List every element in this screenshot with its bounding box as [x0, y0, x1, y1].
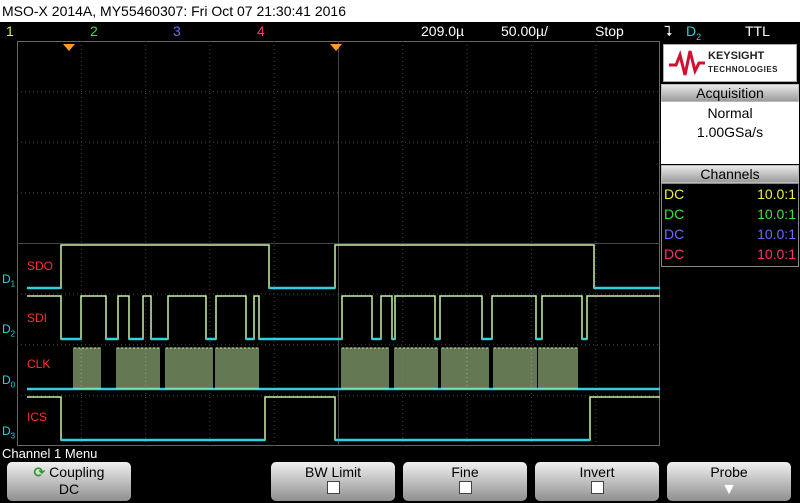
label-sdo: SDO [27, 259, 54, 273]
channel-coupling: DC [664, 206, 685, 222]
trace-sdo [27, 244, 660, 289]
channel-3-row[interactable]: DC 10.0:1 [664, 224, 796, 244]
probe-label: Probe [710, 464, 748, 480]
trace-clk-burst [116, 347, 160, 389]
trace-ics [27, 396, 660, 441]
channel-ratio: 10.0:1 [757, 246, 796, 262]
label-sdi: SDI [27, 311, 48, 325]
acquisition-mode: Normal [707, 105, 753, 121]
status-bar: 1 2 3 4 209.0µ 50.00µ/ Stop ⮧ D2 TTL [0, 22, 800, 42]
channel-ratio: 10.0:1 [757, 206, 796, 222]
channel-marker-d3[interactable]: D3 [2, 424, 15, 440]
trigger-position-marker [63, 44, 75, 51]
trigger-level[interactable]: TTL [745, 23, 770, 39]
keysight-logo: KEYSIGHT TECHNOLOGIES [663, 44, 797, 82]
coupling-value: DC [58, 481, 80, 497]
channel-2-indicator[interactable]: 2 [90, 23, 98, 39]
channel-4-indicator[interactable]: 4 [257, 23, 265, 39]
window-title: MSO-X 2014A, MY55460307: Fri Oct 07 21:3… [0, 0, 800, 22]
channel-ratio: 10.0:1 [757, 186, 796, 202]
acquisition-panel: Normal 1.00GSa/s [661, 102, 799, 164]
logo-sub: TECHNOLOGIES [708, 65, 779, 74]
trace-clk-burst [493, 347, 537, 389]
time-reference-marker [330, 44, 342, 51]
channel-coupling: DC [664, 246, 685, 262]
invert-checkbox[interactable] [590, 481, 604, 494]
sample-rate: 1.00GSa/s [696, 124, 764, 140]
channel-1-indicator[interactable]: 1 [6, 23, 14, 39]
trace-clk-burst [538, 347, 578, 389]
timebase-position[interactable]: 209.0µ [421, 23, 464, 39]
channels-header: Channels [661, 165, 799, 183]
fine-checkbox[interactable] [458, 481, 472, 494]
bw-limit-softkey[interactable]: BW Limit [271, 462, 395, 501]
trace-clk-burst [165, 347, 213, 389]
acquisition-header: Acquisition [661, 84, 799, 102]
channel-coupling: DC [664, 226, 685, 242]
trace-clk-burst [215, 347, 259, 389]
keysight-wave-icon [669, 50, 705, 76]
channel-ratio: 10.0:1 [757, 226, 796, 242]
invert-label: Invert [579, 464, 615, 480]
channel-4-row[interactable]: DC 10.0:1 [664, 244, 796, 264]
channel-2-row[interactable]: DC 10.0:1 [664, 204, 796, 224]
probe-softkey[interactable]: Probe ▼ [667, 462, 791, 501]
coupling-softkey[interactable]: ⟳ Coupling DC [7, 462, 131, 501]
cycle-icon: ⟳ [33, 464, 46, 480]
channel-coupling: DC [664, 186, 685, 202]
coupling-label: Coupling [49, 464, 105, 480]
trace-clk-burst [394, 347, 438, 389]
bw-limit-checkbox[interactable] [326, 481, 340, 494]
trace-clk-burst [441, 347, 489, 389]
arrow-down-icon: ▼ [721, 481, 737, 498]
label-clk: CLK [27, 357, 51, 371]
logo-brand: KEYSIGHT [708, 50, 765, 62]
channel-3-indicator[interactable]: 3 [173, 23, 181, 39]
invert-softkey[interactable]: Invert [535, 462, 659, 501]
bw-limit-label: BW Limit [305, 464, 361, 480]
trigger-source[interactable]: D2 [686, 23, 701, 42]
channel-1-row[interactable]: DC 10.0:1 [664, 184, 796, 204]
channels-panel: DC 10.0:1 DC 10.0:1 DC 10.0:1 DC 10.0:1 [661, 183, 799, 267]
channel-marker-d1[interactable]: D1 [2, 272, 15, 288]
menu-title: Channel 1 Menu [2, 446, 98, 461]
fine-label: Fine [451, 464, 479, 480]
trace-clk-burst [73, 347, 101, 389]
run-state[interactable]: Stop [595, 23, 624, 39]
trace-clk-burst [341, 347, 389, 389]
trigger-edge-icon: ⮧ [664, 23, 673, 39]
channel-marker-d0[interactable]: D0 [2, 373, 15, 389]
fine-softkey[interactable]: Fine [403, 462, 527, 501]
waveform-display[interactable] [17, 41, 660, 446]
time-per-div[interactable]: 50.00µ/ [501, 23, 548, 39]
label-ics: ICS [27, 410, 48, 424]
trace-sdi [27, 295, 660, 340]
channel-marker-d2[interactable]: D2 [2, 322, 15, 338]
